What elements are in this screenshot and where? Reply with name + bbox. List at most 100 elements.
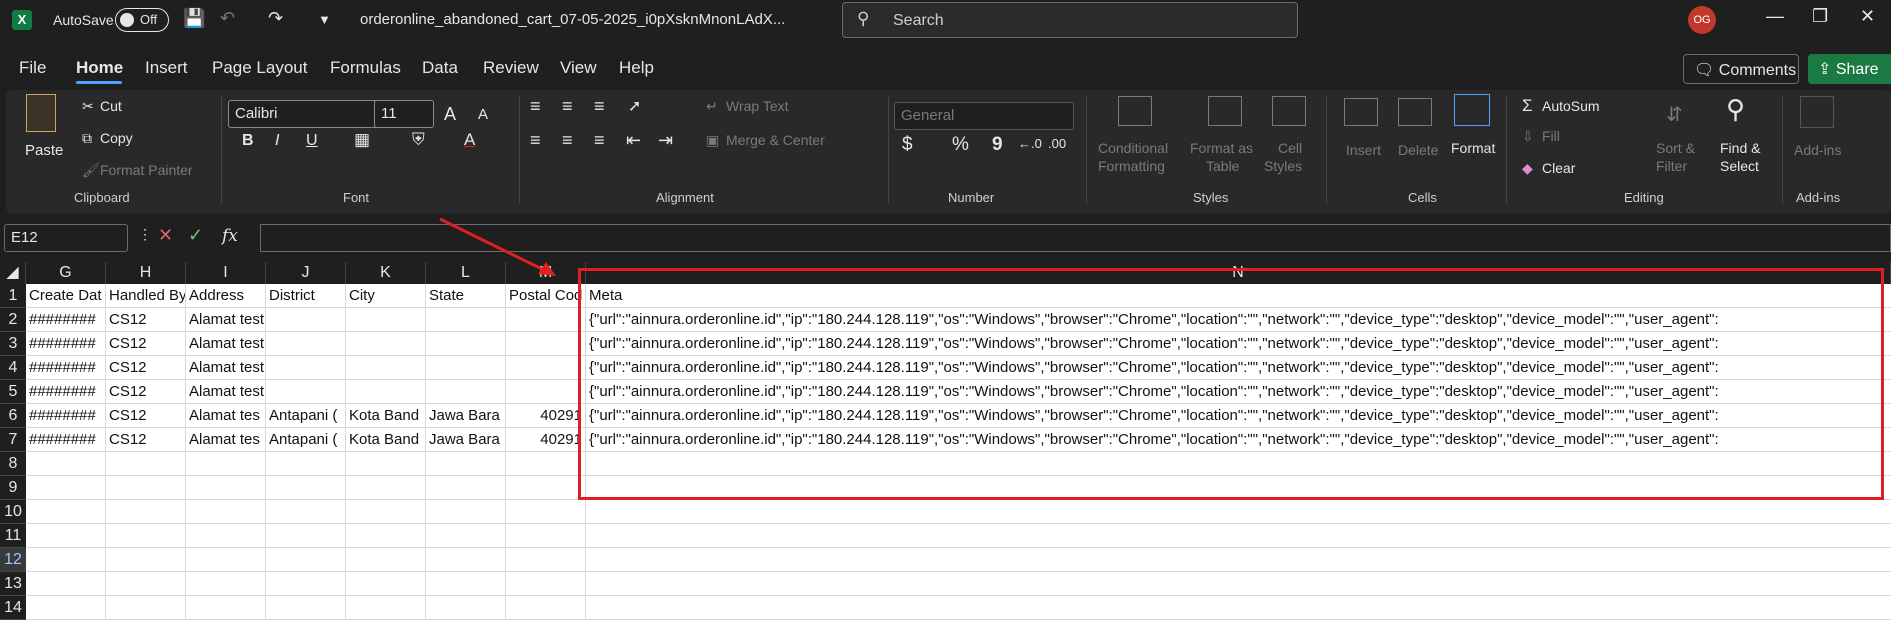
autosave-toggle[interactable]: Off <box>115 8 169 32</box>
close-icon[interactable]: ✕ <box>1860 6 1875 27</box>
table-cell[interactable]: ######## <box>26 428 106 452</box>
table-cell[interactable]: Meta <box>586 284 1891 308</box>
tab-formulas[interactable]: Formulas <box>330 58 401 78</box>
sort-filter-label-2[interactable]: Filter <box>1656 158 1687 174</box>
table-cell[interactable]: ######## <box>26 308 106 332</box>
format-as-table-icon[interactable] <box>1208 96 1242 126</box>
column-header-m[interactable]: M <box>506 262 586 284</box>
table-cell[interactable] <box>426 596 506 620</box>
font-size-dropdown[interactable]: 11 <box>374 100 434 128</box>
table-cell[interactable] <box>346 356 426 380</box>
table-cell[interactable] <box>426 452 506 476</box>
table-cell[interactable]: Alamat tes <box>186 404 266 428</box>
italic-button[interactable]: I <box>275 132 279 150</box>
table-cell[interactable] <box>106 476 186 500</box>
find-select-label-2[interactable]: Select <box>1720 158 1759 174</box>
table-cell[interactable] <box>506 548 586 572</box>
cell-styles-label[interactable]: Cell <box>1278 140 1302 156</box>
row-header[interactable]: 1 <box>0 284 26 308</box>
bold-button[interactable]: B <box>242 132 254 150</box>
copy-button[interactable]: Copy <box>100 130 133 146</box>
table-cell[interactable] <box>186 524 266 548</box>
table-cell[interactable] <box>426 500 506 524</box>
table-cell[interactable] <box>266 548 346 572</box>
table-cell[interactable] <box>426 548 506 572</box>
cell-styles-icon[interactable] <box>1272 96 1306 126</box>
enter-icon[interactable]: ✓ <box>188 225 203 246</box>
align-right-icon[interactable]: ≡ <box>594 130 605 151</box>
align-top-icon[interactable]: ≡ <box>530 96 541 117</box>
column-header-g[interactable]: G <box>26 262 106 284</box>
table-cell[interactable] <box>506 452 586 476</box>
table-cell[interactable] <box>346 332 426 356</box>
table-cell[interactable] <box>586 548 1891 572</box>
table-cell[interactable]: {"url":"ainnura.orderonline.id","ip":"18… <box>586 404 1891 428</box>
table-cell[interactable]: Kota Band <box>346 428 426 452</box>
align-left-icon[interactable]: ≡ <box>530 130 541 151</box>
row-header[interactable]: 3 <box>0 332 26 356</box>
table-cell[interactable] <box>186 476 266 500</box>
table-cell[interactable]: Alamat test <box>186 332 266 356</box>
table-cell[interactable]: Antapani ( <box>266 404 346 428</box>
table-cell[interactable]: {"url":"ainnura.orderonline.id","ip":"18… <box>586 332 1891 356</box>
format-as-table-label[interactable]: Format as <box>1190 140 1253 156</box>
table-cell[interactable] <box>266 476 346 500</box>
table-cell[interactable] <box>506 356 586 380</box>
conditional-formatting-label[interactable]: Conditional <box>1098 140 1168 156</box>
fill-color-icon[interactable]: ⛨ <box>412 130 425 150</box>
currency-button[interactable]: $ <box>902 134 913 156</box>
delete-cells-button[interactable]: Delete <box>1398 142 1438 158</box>
row-header[interactable]: 5 <box>0 380 26 404</box>
table-cell[interactable] <box>346 596 426 620</box>
table-cell[interactable]: {"url":"ainnura.orderonline.id","ip":"18… <box>586 356 1891 380</box>
table-cell[interactable] <box>426 356 506 380</box>
increase-indent-icon[interactable]: ⇥ <box>658 130 673 151</box>
wrap-text-button[interactable]: Wrap Text <box>726 98 789 114</box>
table-cell[interactable]: State <box>426 284 506 308</box>
table-cell[interactable] <box>586 476 1891 500</box>
table-cell[interactable] <box>586 524 1891 548</box>
minimize-icon[interactable]: — <box>1766 6 1784 27</box>
tab-insert[interactable]: Insert <box>145 58 188 78</box>
column-header-l[interactable]: L <box>426 262 506 284</box>
table-cell[interactable]: Alamat test <box>186 356 266 380</box>
table-cell[interactable] <box>506 476 586 500</box>
table-cell[interactable] <box>26 572 106 596</box>
file-name[interactable]: orderonline_abandoned_cart_07-05-2025_i0… <box>360 11 785 28</box>
table-cell[interactable] <box>266 524 346 548</box>
table-cell[interactable] <box>346 308 426 332</box>
row-header[interactable]: 4 <box>0 356 26 380</box>
column-header-j[interactable]: J <box>266 262 346 284</box>
row-header[interactable]: 10 <box>0 500 26 524</box>
table-cell[interactable] <box>506 596 586 620</box>
tab-data[interactable]: Data <box>422 58 458 78</box>
table-cell[interactable] <box>26 452 106 476</box>
table-cell[interactable]: 40291 <box>506 404 586 428</box>
table-cell[interactable]: District <box>266 284 346 308</box>
redo-icon[interactable]: ↷ <box>268 8 283 29</box>
table-cell[interactable]: Alamat test <box>186 308 266 332</box>
row-header[interactable]: 14 <box>0 596 26 620</box>
align-middle-icon[interactable]: ≡ <box>562 96 573 117</box>
insert-cells-button[interactable]: Insert <box>1346 142 1381 158</box>
table-cell[interactable] <box>186 500 266 524</box>
decrease-indent-icon[interactable]: ⇤ <box>626 130 641 151</box>
font-name-dropdown[interactable]: Calibri <box>228 100 378 128</box>
align-center-icon[interactable]: ≡ <box>562 130 573 151</box>
borders-icon[interactable]: ▦ <box>354 130 370 150</box>
table-cell[interactable]: {"url":"ainnura.orderonline.id","ip":"18… <box>586 308 1891 332</box>
table-cell[interactable] <box>266 380 346 404</box>
comma-style-button[interactable]: 9 <box>992 134 1003 156</box>
table-cell[interactable] <box>186 596 266 620</box>
table-cell[interactable] <box>106 548 186 572</box>
tab-page-layout[interactable]: Page Layout <box>212 58 307 78</box>
table-cell[interactable] <box>426 572 506 596</box>
find-select-label[interactable]: Find & <box>1720 140 1760 156</box>
table-cell[interactable] <box>506 572 586 596</box>
save-icon[interactable]: 💾 <box>183 8 205 29</box>
underline-button[interactable]: U <box>306 132 318 150</box>
table-cell[interactable]: Postal Cod <box>506 284 586 308</box>
table-cell[interactable] <box>26 596 106 620</box>
align-bottom-icon[interactable]: ≡ <box>594 96 605 117</box>
table-cell[interactable] <box>346 500 426 524</box>
